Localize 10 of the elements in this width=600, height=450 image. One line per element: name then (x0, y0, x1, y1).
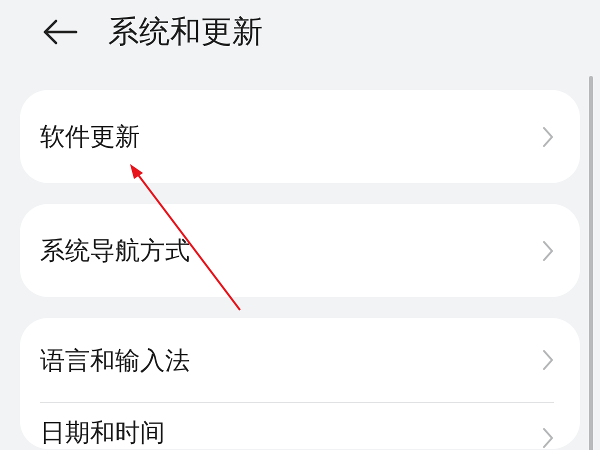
chevron-icon (542, 427, 554, 449)
back-arrow-icon[interactable] (42, 19, 78, 45)
page-title: 系统和更新 (108, 13, 263, 52)
settings-item[interactable]: 系统导航方式 (40, 204, 554, 297)
settings-item[interactable]: 日期和时间 (40, 403, 554, 449)
settings-item[interactable]: 语言和输入法 (40, 318, 554, 402)
chevron-icon (542, 240, 554, 262)
chevron-icon (542, 126, 554, 148)
chevron-icon (542, 349, 554, 371)
settings-item[interactable]: 软件更新 (40, 90, 554, 183)
